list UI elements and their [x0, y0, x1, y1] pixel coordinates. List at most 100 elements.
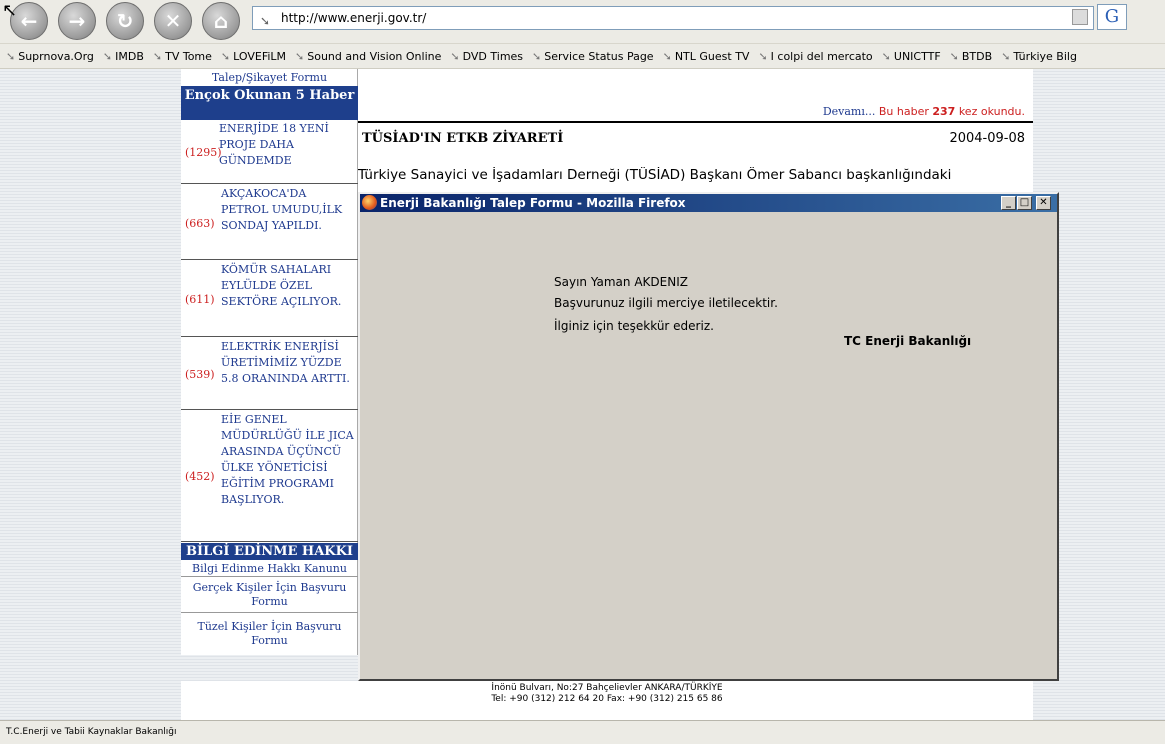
bookmark-icon: ➘: [152, 50, 163, 63]
bookmark-icon: ➘: [532, 50, 542, 63]
divider: [358, 121, 1033, 123]
browser-window: ← → ↻ ✕ ⌂ ➘ http://www.enerji.gov.tr/ G …: [0, 0, 1165, 744]
news-title-link[interactable]: ENERJİDE 18 YENİ PROJE DAHA GÜNDEMDE: [205, 121, 355, 169]
maximize-icon: □: [1019, 197, 1030, 208]
read-more-link[interactable]: Devamı...: [823, 105, 876, 118]
bookmark-item[interactable]: ➘ UNICTTF: [881, 44, 941, 68]
minimize-icon: _: [1006, 197, 1011, 208]
news-item[interactable]: (452) EİE GENEL MÜDÜRLÜĞÜ İLE JICA ARASI…: [181, 410, 358, 542]
bookmark-icon: ➘: [1001, 50, 1011, 63]
bookmark-label: Suprnova.Org: [18, 50, 94, 63]
footer-address: İnönü Bulvarı, No:27 Bahçelievler ANKARA…: [491, 683, 723, 693]
bookmark-item[interactable]: ➘ Sound and Vision Online: [295, 44, 442, 68]
news-count: (539): [185, 368, 215, 381]
bookmark-item[interactable]: ➘ DVD Times: [450, 44, 524, 68]
bookmark-label: NTL Guest TV: [674, 50, 750, 63]
bookmark-icon: ➘: [220, 50, 231, 63]
popup-window: Enerji Bakanlığı Talep Formu - Mozilla F…: [358, 192, 1059, 681]
footer-phone: Tel: +90 (312) 212 64 20 Fax: +90 (312) …: [491, 694, 723, 704]
bookmark-item[interactable]: ➘ NTL Guest TV: [662, 44, 750, 68]
url-bar[interactable]: ➘ http://www.enerji.gov.tr/: [252, 6, 1094, 30]
bookmark-label: TV Tome: [165, 50, 212, 63]
bookmark-label: Türkiye Bilg: [1013, 50, 1077, 63]
stop-button[interactable]: ✕: [154, 2, 192, 40]
bilgi-link[interactable]: Gerçek Kişiler İçin Başvuru Formu: [181, 579, 358, 613]
bookmark-label: Sound and Vision Online: [307, 50, 442, 63]
bookmark-item[interactable]: ➘ Türkiye Bilg: [1001, 44, 1077, 68]
page-footer: İnönü Bulvarı, No:27 Bahçelievler ANKARA…: [181, 681, 1033, 720]
back-arrow-icon: ←: [20, 9, 38, 33]
bookmark-label: DVD Times: [462, 50, 524, 63]
search-box[interactable]: G: [1097, 4, 1127, 30]
bookmark-item[interactable]: ➘ IMDB: [102, 44, 144, 68]
info-text: Başvurunuz ilgili merciye iletilecektir.: [554, 296, 778, 310]
go-button[interactable]: [1072, 9, 1088, 25]
bookmark-label: I colpi del mercato: [770, 50, 873, 63]
popup-titlebar[interactable]: Enerji Bakanlığı Talep Formu - Mozilla F…: [360, 194, 1057, 212]
page-icon: ➘: [260, 14, 271, 28]
news-item[interactable]: (663) AKÇAKOCA'DA PETROL UMUDU,İLK SONDA…: [181, 184, 358, 260]
close-button[interactable]: ✕: [1036, 196, 1051, 210]
bookmark-item[interactable]: ➘ TV Tome: [152, 44, 212, 68]
popup-title-text: Enerji Bakanlığı Talep Formu - Mozilla F…: [380, 196, 686, 210]
maximize-button[interactable]: □: [1017, 196, 1032, 210]
status-text: T.C.Enerji ve Tabii Kaynaklar Bakanlığı: [6, 727, 177, 737]
left-sidebar: Talep/Şikayet Formu Ençok Okunan 5 Haber…: [181, 69, 358, 655]
news-item[interactable]: (611) KÖMÜR SAHALARI EYLÜLDE ÖZEL SEKTÖR…: [181, 260, 358, 337]
greeting-text: Sayın Yaman AKDENIZ: [554, 275, 688, 289]
bookmark-item[interactable]: ➘ Service Status Page: [532, 44, 654, 68]
news-headline: TÜSİAD'IN ETKB ZİYARETİ: [362, 131, 564, 146]
news-count: (611): [185, 293, 215, 306]
read-more-line: Devamı... Bu haber 237 kez okundu.: [823, 105, 1025, 118]
navigation-toolbar: ← → ↻ ✕ ⌂ ➘ http://www.enerji.gov.tr/ G: [0, 0, 1165, 44]
news-title-link[interactable]: AKÇAKOCA'DA PETROL UMUDU,İLK SONDAJ YAPI…: [221, 186, 357, 234]
bilgi-link[interactable]: Tüzel Kişiler İçin Başvuru Formu: [181, 618, 358, 652]
reload-button[interactable]: ↻: [106, 2, 144, 40]
thanks-text: İlginiz için teşekkür ederiz.: [554, 319, 714, 333]
bookmark-icon: ➘: [6, 50, 16, 63]
minimize-button[interactable]: _: [1001, 196, 1016, 210]
bookmark-icon: ➘: [949, 50, 959, 63]
news-date: 2004-09-08: [949, 131, 1025, 146]
bookmark-icon: ➘: [450, 50, 460, 63]
read-count: 237: [932, 105, 956, 118]
close-icon: ✕: [1039, 197, 1048, 208]
news-count: (663): [185, 217, 215, 230]
bilgi-heading: BİLGİ EDİNME HAKKI: [181, 543, 358, 560]
news-title-link[interactable]: ELEKTRİK ENERJİSİ ÜRETİMİMİZ YÜZDE 5.8 O…: [221, 339, 357, 387]
news-item[interactable]: (539) ELEKTRİK ENERJİSİ ÜRETİMİMİZ YÜZDE…: [181, 337, 358, 410]
mouse-cursor-icon: ↖: [2, 0, 18, 21]
signature-text: TC Enerji Bakanlığı: [844, 334, 972, 348]
bookmark-item[interactable]: ➘ BTDB: [949, 44, 993, 68]
news-title-link[interactable]: EİE GENEL MÜDÜRLÜĞÜ İLE JICA ARASINDA ÜÇ…: [221, 412, 357, 508]
bookmark-label: UNICTTF: [893, 50, 941, 63]
talep-sikayet-link[interactable]: Talep/Şikayet Formu: [181, 71, 358, 84]
top5-heading: Ençok Okunan 5 Haber: [181, 86, 358, 120]
bookmark-item[interactable]: ➘ LOVEFiLM: [220, 44, 287, 68]
bilgi-link[interactable]: Bilgi Edinme Hakkı Kanunu: [181, 562, 358, 577]
bookmark-icon: ➘: [758, 50, 768, 63]
forward-button[interactable]: →: [58, 2, 96, 40]
bookmark-icon: ➘: [662, 50, 672, 63]
bookmark-item[interactable]: ➘ Suprnova.Org: [6, 44, 94, 68]
search-logo-icon: G: [1104, 6, 1120, 27]
bookmark-icon: ➘: [881, 50, 891, 63]
news-item[interactable]: (1295) ENERJİDE 18 YENİ PROJE DAHA GÜNDE…: [181, 120, 358, 184]
news-count: (452): [185, 470, 215, 483]
home-icon: ⌂: [213, 9, 229, 33]
bookmark-label: LOVEFiLM: [233, 50, 287, 63]
status-bar: T.C.Enerji ve Tabii Kaynaklar Bakanlığı: [0, 720, 1165, 744]
stop-icon: ✕: [164, 9, 182, 33]
bookmark-label: BTDB: [961, 50, 993, 63]
news-title-link[interactable]: KÖMÜR SAHALARI EYLÜLDE ÖZEL SEKTÖRE AÇIL…: [221, 262, 357, 310]
bookmark-item[interactable]: ➘ I colpi del mercato: [758, 44, 873, 68]
read-count-prefix: Bu haber: [878, 105, 929, 118]
bookmark-label: IMDB: [115, 50, 144, 63]
home-button[interactable]: ⌂: [202, 2, 240, 40]
forward-arrow-icon: →: [68, 9, 86, 33]
bookmark-icon: ➘: [102, 50, 113, 63]
bookmark-label: Service Status Page: [544, 50, 654, 63]
bookmark-icon: ➘: [295, 50, 305, 63]
firefox-icon: [362, 195, 377, 210]
url-text: http://www.enerji.gov.tr/: [281, 11, 427, 25]
